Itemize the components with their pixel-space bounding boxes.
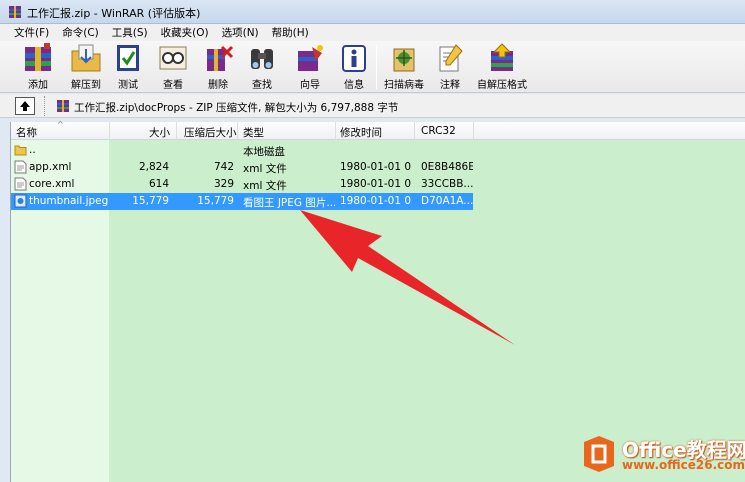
header-separator[interactable] (176, 122, 177, 140)
file-size: 2,824 (138, 161, 169, 173)
toolbar-divider (376, 45, 377, 89)
menu-favorites[interactable]: 收藏夹(O) (161, 25, 209, 40)
header-size[interactable]: 大小 (149, 125, 170, 140)
window-title: 工作汇报.zip - WinRAR (评估版本) (27, 7, 201, 20)
wizard-button[interactable]: 向导 (290, 43, 330, 91)
list-item-parent-folder[interactable]: .. 本地磁盘 (11, 142, 473, 159)
file-name: core.xml (29, 178, 75, 190)
winrar-app-icon (9, 6, 21, 18)
jpeg-image-icon (14, 194, 27, 208)
xml-file-icon (14, 177, 27, 191)
info-icon (342, 45, 366, 72)
info-label: 信息 (344, 80, 364, 91)
comment-button[interactable]: 注释 (432, 43, 468, 91)
file-type: xml 文件 (243, 180, 287, 192)
file-name: thumbnail.jpeg (29, 195, 109, 207)
file-packed-size: 329 (213, 178, 234, 190)
menu-options[interactable]: 选项(N) (222, 25, 259, 40)
archive-path[interactable]: 工作汇报.zip\docProps - ZIP 压缩文件, 解包大小为 6,79… (74, 100, 398, 115)
folder-icon (14, 145, 27, 156)
comment-icon (439, 44, 463, 72)
file-modified: 1980-01-01 0... (340, 161, 412, 173)
file-packed-size: 742 (213, 161, 234, 173)
file-name: app.xml (29, 161, 72, 173)
sfx-label: 自解压格式 (477, 80, 527, 91)
file-modified: 1980-01-01 0... (340, 195, 412, 207)
file-list[interactable]: 名称 ^ 大小 压缩后大小 类型 修改时间 CRC32 .. 本地磁盘 app.… (10, 120, 745, 482)
list-item-thumbnail-jpeg[interactable]: thumbnail.jpeg 15,779 15,779 看图王 JPEG 图片… (11, 193, 473, 210)
comment-label: 注释 (440, 80, 460, 91)
file-modified: 1980-01-01 0... (340, 178, 412, 190)
menu-bar: 文件(F) 命令(C) 工具(S) 收藏夹(O) 选项(N) 帮助(H) (0, 24, 745, 41)
column-headers: 名称 ^ 大小 压缩后大小 类型 修改时间 CRC32 (11, 120, 745, 140)
file-size: 614 (148, 178, 169, 190)
delete-icon (207, 45, 234, 71)
virus-scan-icon (393, 48, 415, 72)
header-separator[interactable] (335, 122, 336, 140)
office-logo-icon (584, 436, 614, 472)
watermark-url: www.office26.com (622, 458, 745, 472)
add-label: 添加 (28, 80, 48, 91)
file-crc32: D70A1A... (421, 195, 473, 207)
test-button[interactable]: 测试 (108, 43, 148, 91)
virus-scan-button[interactable]: 扫描病毒 (382, 43, 426, 91)
file-type: 本地磁盘 (243, 146, 285, 158)
menu-help[interactable]: 帮助(H) (272, 25, 309, 40)
find-button[interactable]: 查找 (242, 43, 282, 91)
sfx-button[interactable]: 自解压格式 (472, 43, 532, 91)
zip-archive-icon (57, 100, 69, 112)
file-crc32: 0E8B486E (421, 161, 473, 173)
header-separator[interactable] (237, 122, 238, 140)
up-folder-button[interactable] (15, 97, 35, 115)
header-modified[interactable]: 修改时间 (340, 125, 382, 140)
binoculars-icon (251, 49, 273, 69)
books-archive-icon (25, 43, 51, 71)
menu-commands[interactable]: 命令(C) (62, 25, 99, 40)
xml-file-icon (14, 160, 27, 174)
list-item-app-xml[interactable]: app.xml 2,824 742 xml 文件 1980-01-01 0...… (11, 159, 473, 176)
delete-label: 删除 (208, 80, 228, 91)
header-separator[interactable] (109, 122, 110, 140)
view-button[interactable]: 查看 (152, 43, 194, 91)
wizard-label: 向导 (300, 80, 320, 91)
wizard-icon (298, 45, 323, 71)
file-size: 15,779 (132, 195, 169, 207)
view-glasses-icon (159, 46, 187, 70)
file-type: xml 文件 (243, 163, 287, 175)
sort-ascending-icon: ^ (57, 120, 64, 129)
header-type[interactable]: 类型 (243, 125, 264, 140)
list-item-core-xml[interactable]: core.xml 614 329 xml 文件 1980-01-01 0... … (11, 176, 473, 193)
virus-scan-label: 扫描病毒 (384, 80, 424, 91)
file-crc32: 33CCBB... (421, 178, 473, 190)
header-separator[interactable] (414, 122, 415, 140)
sfx-archive-icon (491, 43, 513, 71)
header-name[interactable]: 名称 (16, 125, 37, 140)
find-label: 查找 (252, 80, 272, 91)
file-type: 看图王 JPEG 图片... (243, 197, 335, 209)
office26-watermark: Office教程网 www.office26.com (580, 432, 745, 482)
folder-extract-icon (71, 44, 101, 72)
header-separator[interactable] (473, 122, 474, 140)
header-packed-size[interactable]: 压缩后大小 (184, 125, 237, 140)
file-name: .. (29, 144, 36, 156)
toolbar: 添加 解压到 测试 查看 删除 查找 向导 信息 扫描病毒 注释 自解压格式 (0, 41, 745, 93)
info-button[interactable]: 信息 (334, 43, 374, 91)
file-packed-size: 15,779 (197, 195, 234, 207)
path-divider (44, 96, 47, 116)
test-book-icon (117, 45, 139, 71)
extract-to-button[interactable]: 解压到 (64, 43, 108, 91)
up-arrow-icon (20, 101, 30, 111)
menu-tools[interactable]: 工具(S) (112, 25, 148, 40)
delete-button[interactable]: 删除 (198, 43, 238, 91)
extract-to-label: 解压到 (71, 80, 101, 91)
header-crc32[interactable]: CRC32 (421, 125, 456, 137)
address-bar: 工作汇报.zip\docProps - ZIP 压缩文件, 解包大小为 6,79… (0, 94, 745, 118)
menu-file[interactable]: 文件(F) (14, 25, 49, 40)
test-label: 测试 (118, 80, 138, 91)
title-bar[interactable]: 工作汇报.zip - WinRAR (评估版本) (0, 0, 745, 24)
add-button[interactable]: 添加 (16, 43, 60, 91)
view-label: 查看 (163, 80, 183, 91)
